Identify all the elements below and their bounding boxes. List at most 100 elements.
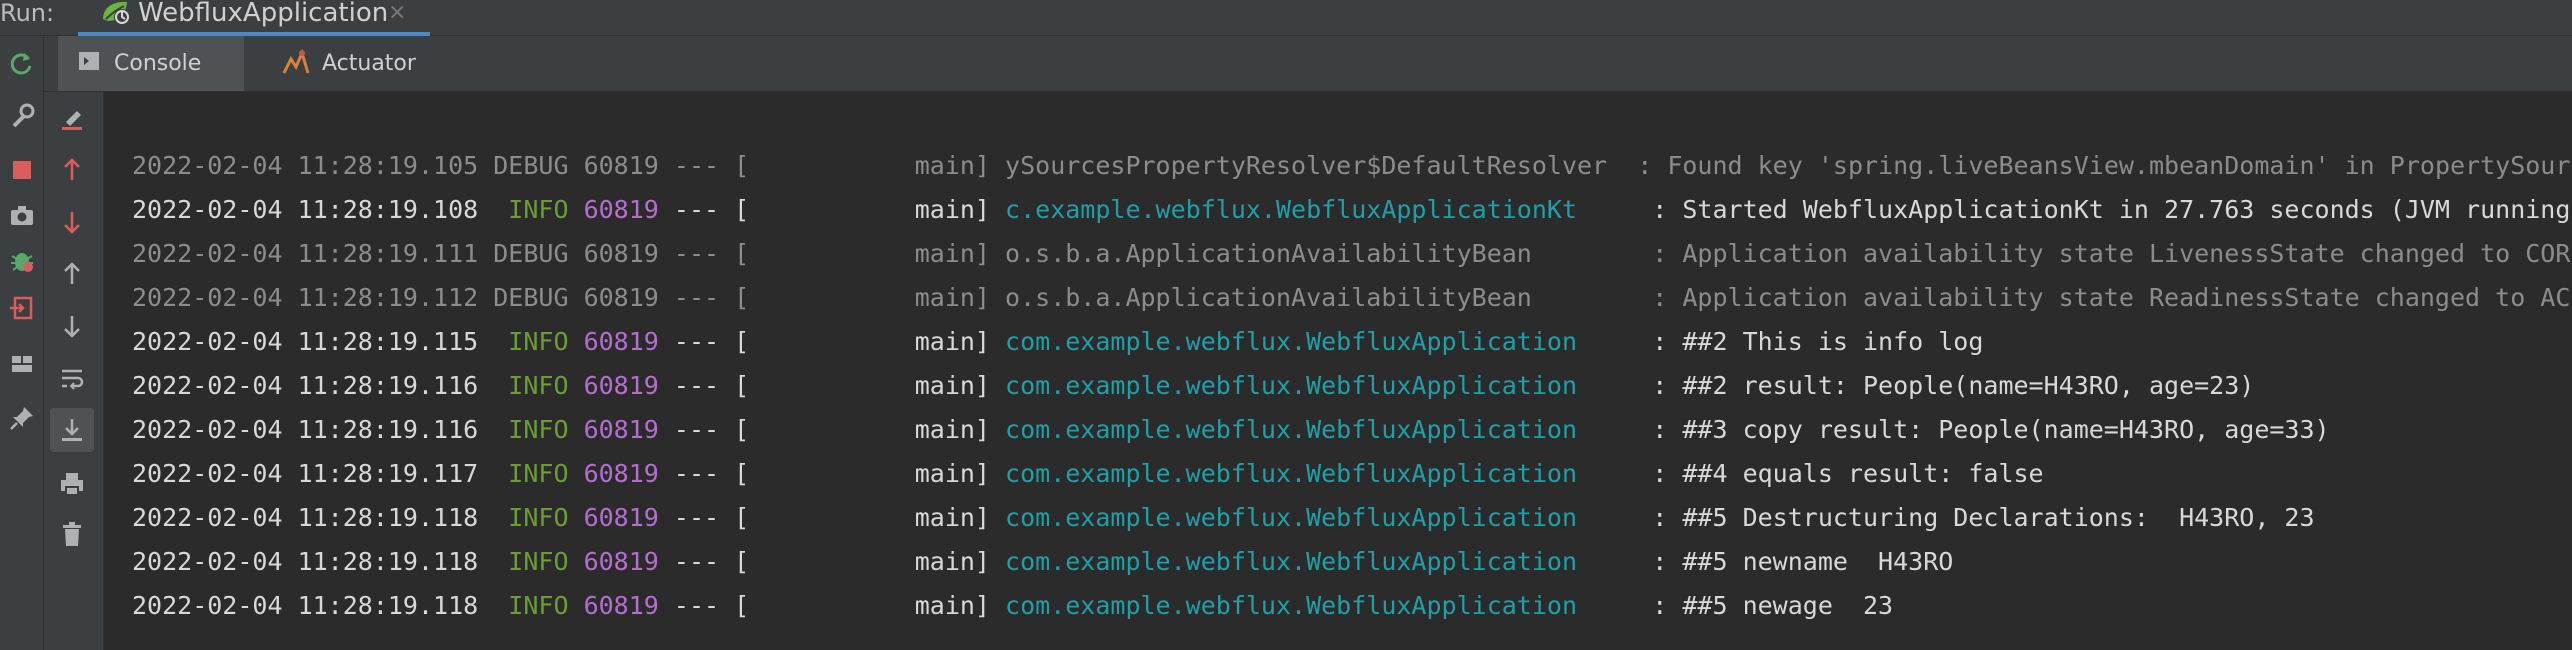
log-message: : ##2 result: People(name=H43RO, age=23)	[1637, 371, 2255, 400]
log-separator: --- [	[658, 327, 750, 356]
log-pid: 60819	[583, 283, 659, 312]
log-separator: --- [	[658, 283, 750, 312]
log-line: 2022-02-04 11:28:19.118 INFO 60819 --- […	[132, 496, 2572, 540]
log-timestamp: 2022-02-04 11:28:19.118	[132, 547, 479, 576]
down-arrow-icon[interactable]	[50, 304, 94, 348]
log-logger: ySourcesPropertyResolver$DefaultResolver	[1005, 151, 1608, 180]
log-thread: main]	[749, 415, 990, 444]
up-arrow-icon[interactable]	[50, 252, 94, 296]
log-pid: 60819	[583, 547, 659, 576]
log-message: : Application availability state Livenes…	[1637, 239, 2572, 268]
log-separator: --- [	[658, 503, 750, 532]
log-line: 2022-02-04 11:28:19.112 DEBUG 60819 --- …	[132, 276, 2572, 320]
log-logger: com.example.webflux.WebfluxApplication	[1005, 327, 1623, 356]
log-thread: main]	[749, 459, 990, 488]
clear-all-icon[interactable]	[50, 96, 94, 140]
log-separator: --- [	[658, 547, 750, 576]
log-line: 2022-02-04 11:28:19.115 INFO 60819 --- […	[132, 320, 2572, 364]
log-line: 2022-02-04 11:28:19.116 INFO 60819 --- […	[132, 408, 2572, 452]
log-level: INFO	[493, 503, 569, 532]
log-separator: --- [	[658, 415, 750, 444]
log-level: INFO	[493, 195, 569, 224]
trash-icon[interactable]	[50, 512, 94, 556]
log-level: DEBUG	[493, 239, 569, 268]
scroll-to-end-icon[interactable]	[50, 408, 94, 452]
log-line: 2022-02-04 11:28:19.105 DEBUG 60819 --- …	[132, 144, 2572, 188]
log-thread: main]	[749, 151, 990, 180]
run-tab-title: WebfluxApplication	[138, 0, 389, 28]
log-separator: --- [	[658, 459, 750, 488]
log-timestamp: 2022-02-04 11:28:19.116	[132, 415, 479, 444]
log-timestamp: 2022-02-04 11:28:19.118	[132, 591, 479, 620]
log-logger: o.s.b.a.ApplicationAvailabilityBean	[1005, 283, 1623, 312]
log-level: INFO	[493, 327, 569, 356]
actuator-icon	[282, 47, 310, 81]
log-lines: 2022-02-04 11:28:19.105 DEBUG 60819 --- …	[132, 144, 2572, 628]
log-line: 2022-02-04 11:28:19.118 INFO 60819 --- […	[132, 584, 2572, 628]
log-pid: 60819	[583, 371, 659, 400]
camera-icon[interactable]	[0, 194, 44, 238]
tab-console-label: Console	[114, 51, 202, 76]
log-timestamp: 2022-02-04 11:28:19.105	[132, 151, 479, 180]
log-level: DEBUG	[493, 151, 569, 180]
soft-wrap-icon[interactable]	[50, 356, 94, 400]
log-level: INFO	[493, 547, 569, 576]
log-thread: main]	[749, 195, 990, 224]
log-timestamp: 2022-02-04 11:28:19.115	[132, 327, 479, 356]
log-level: INFO	[493, 591, 569, 620]
log-pid: 60819	[583, 327, 659, 356]
run-configuration-tab[interactable]: WebfluxApplication ×	[78, 0, 430, 36]
log-line: 2022-02-04 11:28:19.111 DEBUG 60819 --- …	[132, 232, 2572, 276]
log-separator: --- [	[658, 195, 750, 224]
down-red-arrow-icon[interactable]	[50, 200, 94, 244]
log-message: : Found key 'spring.liveBeansView.mbeanD…	[1637, 151, 2572, 180]
log-line: 2022-02-04 11:28:19.108 INFO 60819 --- […	[132, 188, 2572, 232]
log-pid: 60819	[583, 503, 659, 532]
log-logger: com.example.webflux.WebfluxApplication	[1005, 459, 1623, 488]
layout-icon[interactable]	[0, 342, 44, 386]
run-subtabs: Console Actuator	[44, 36, 2572, 92]
stop-icon[interactable]	[0, 148, 44, 192]
log-level: INFO	[493, 459, 569, 488]
tab-console[interactable]: Console	[58, 36, 244, 91]
log-message: : ##2 This is info log	[1637, 327, 1984, 356]
log-separator: --- [	[658, 371, 750, 400]
spring-boot-run-icon	[100, 0, 134, 27]
log-line: 2022-02-04 11:28:19.118 INFO 60819 --- […	[132, 540, 2572, 584]
run-label: Run:	[0, 0, 55, 27]
tab-actuator[interactable]: Actuator	[244, 36, 444, 91]
log-message: : Started WebfluxApplicationKt in 27.763…	[1652, 195, 2571, 224]
log-timestamp: 2022-02-04 11:28:19.108	[132, 195, 479, 224]
log-separator: --- [	[658, 239, 750, 268]
log-pid: 60819	[583, 195, 659, 224]
log-level: DEBUG	[493, 283, 569, 312]
log-message: : ##5 Destructuring Declarations: H43RO,…	[1637, 503, 2315, 532]
log-message: : ##5 newname H43RO	[1637, 547, 1954, 576]
exit-icon[interactable]	[0, 286, 44, 330]
log-separator: --- [	[658, 591, 750, 620]
log-logger: com.example.webflux.WebfluxApplication	[1005, 591, 1623, 620]
log-logger: com.example.webflux.WebfluxApplication	[1005, 371, 1623, 400]
pin-icon[interactable]	[0, 396, 44, 440]
console-toolbar	[44, 92, 104, 650]
up-red-arrow-icon[interactable]	[50, 148, 94, 192]
log-timestamp: 2022-02-04 11:28:19.116	[132, 371, 479, 400]
log-thread: main]	[749, 503, 990, 532]
log-timestamp: 2022-02-04 11:28:19.111	[132, 239, 479, 268]
rerun-icon[interactable]	[0, 42, 44, 86]
log-logger: com.example.webflux.WebfluxApplication	[1005, 415, 1623, 444]
log-message: : ##4 equals result: false	[1637, 459, 2044, 488]
log-thread: main]	[749, 239, 990, 268]
wrench-icon[interactable]	[0, 94, 44, 138]
log-logger: com.example.webflux.WebfluxApplication	[1005, 547, 1623, 576]
log-timestamp: 2022-02-04 11:28:19.117	[132, 459, 479, 488]
tab-actuator-label: Actuator	[322, 51, 416, 76]
log-line: 2022-02-04 11:28:19.116 INFO 60819 --- […	[132, 364, 2572, 408]
console-output[interactable]: 2022-02-04 11:28:19.105 DEBUG 60819 --- …	[104, 92, 2572, 650]
debug-bug-icon[interactable]	[0, 238, 44, 282]
print-icon[interactable]	[50, 462, 94, 506]
log-pid: 60819	[583, 591, 659, 620]
log-message: : ##5 newage 23	[1637, 591, 1894, 620]
close-tab-icon[interactable]: ×	[388, 0, 406, 25]
log-message: : Application availability state Readine…	[1652, 283, 2572, 312]
